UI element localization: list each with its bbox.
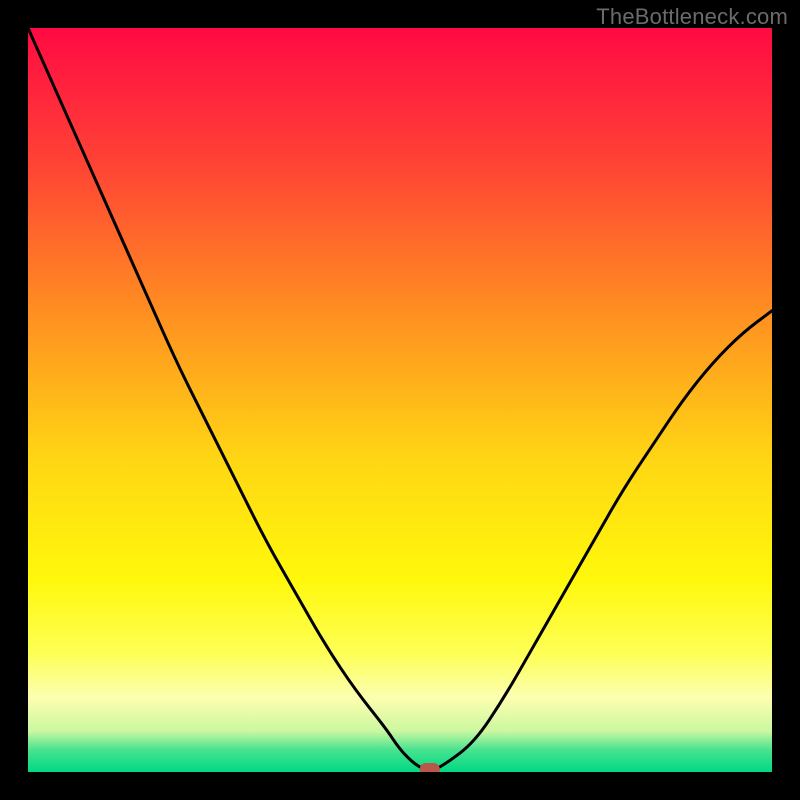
chart-frame: TheBottleneck.com (0, 0, 800, 800)
optimum-marker (420, 763, 440, 772)
gradient-background (28, 28, 772, 772)
plot-area (28, 28, 772, 772)
watermark-text: TheBottleneck.com (596, 4, 788, 30)
chart-svg (28, 28, 772, 772)
